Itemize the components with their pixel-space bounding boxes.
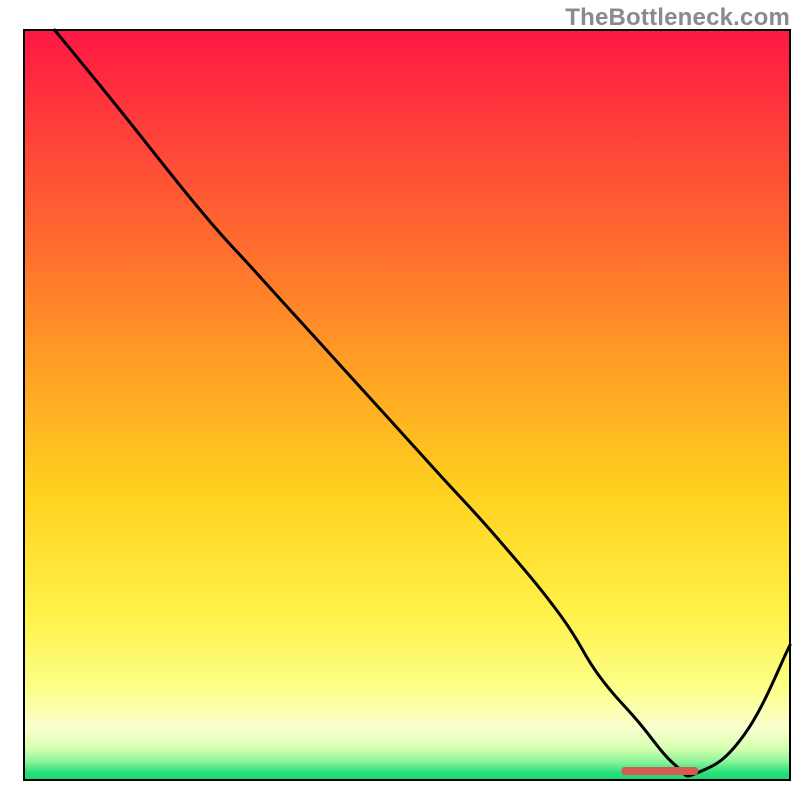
optimal-range-marker: [621, 767, 698, 775]
chart-canvas: TheBottleneck.com: [0, 0, 800, 800]
bottleneck-chart: [0, 0, 800, 800]
watermark-label: TheBottleneck.com: [565, 4, 790, 32]
plot-background: [24, 30, 790, 780]
